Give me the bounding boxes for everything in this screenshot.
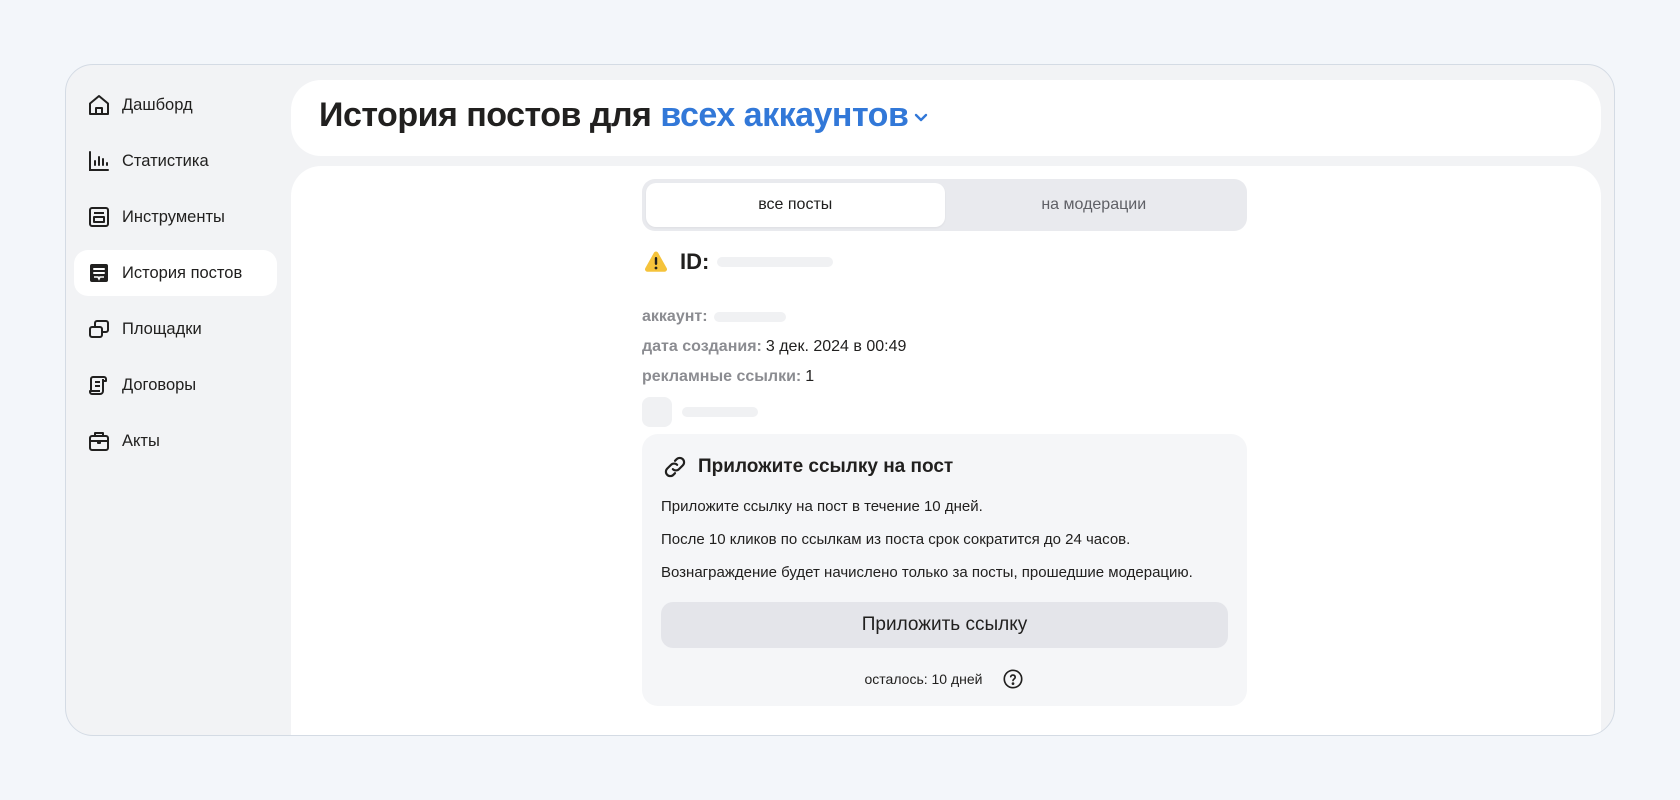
bar-chart-icon	[86, 148, 112, 174]
sidebar-item-label: Договоры	[122, 375, 197, 394]
page-header: История постов для всех аккаунтов	[291, 80, 1601, 156]
sidebar-item-tools[interactable]: Инструменты	[74, 194, 277, 240]
sidebar-item-contracts[interactable]: Договоры	[74, 362, 277, 408]
platforms-icon	[86, 316, 112, 342]
attach-link-card: Приложите ссылку на пост Приложите ссылк…	[642, 434, 1247, 706]
remaining-text: осталось: 10 дней	[864, 671, 983, 687]
sidebar-item-label: Площадки	[122, 319, 202, 338]
app-window: Дашборд Статистика Инструменты История п…	[65, 64, 1615, 736]
page-title-prefix: История постов для	[319, 96, 652, 134]
attach-info-line: Приложите ссылку на пост в течение 10 дн…	[661, 498, 983, 515]
ad-links-value: 1	[805, 368, 815, 385]
tab-on-moderation[interactable]: на модерации	[945, 183, 1244, 227]
sidebar-item-label: Статистика	[122, 151, 209, 170]
content-area: все посты на модерации ID: аккаунт: дата…	[291, 166, 1601, 735]
post-id-label: ID:	[680, 249, 710, 274]
sidebar-item-statistics[interactable]: Статистика	[74, 138, 277, 184]
warning-icon	[644, 251, 668, 272]
account-selector[interactable]: всех аккаунтов	[660, 96, 931, 135]
attach-info-line: После 10 кликов по ссылкам из поста срок…	[661, 531, 1131, 548]
post-id-placeholder	[717, 257, 834, 267]
sidebar-item-label: История постов	[122, 263, 243, 282]
sidebar-item-acts[interactable]: Акты	[74, 418, 277, 464]
attach-link-title: Приложите ссылку на пост	[662, 454, 953, 480]
sidebar-item-post-history[interactable]: История постов	[74, 250, 277, 296]
tab-all-posts[interactable]: все посты	[646, 183, 945, 227]
created-label: дата создания:	[642, 338, 762, 355]
platform-row	[642, 397, 758, 427]
account-placeholder	[713, 312, 786, 322]
page-title: История постов для всех аккаунтов	[319, 96, 931, 135]
attach-info-line: Вознаграждение будет начислено только за…	[661, 564, 1193, 581]
help-icon[interactable]	[1002, 668, 1024, 690]
chevron-down-icon	[915, 113, 928, 121]
home-icon	[86, 92, 112, 118]
contract-icon	[86, 372, 112, 398]
sidebar-item-label: Инструменты	[122, 207, 225, 226]
sidebar-item-label: Дашборд	[122, 95, 193, 114]
briefcase-icon	[86, 428, 112, 454]
link-icon	[664, 456, 686, 478]
platform-name-placeholder	[682, 407, 758, 417]
remaining-days: осталось: 10 дней	[642, 668, 1247, 690]
sidebar-item-label: Акты	[122, 431, 160, 450]
sidebar-item-platforms[interactable]: Площадки	[74, 306, 277, 352]
account-label: аккаунт:	[642, 308, 708, 325]
ad-links-label: рекламные ссылки:	[642, 368, 802, 385]
post-created: дата создания: 3 дек. 2024 в 00:49	[642, 338, 906, 356]
post-ad-links: рекламные ссылки: 1	[642, 368, 814, 386]
post-id: ID:	[642, 248, 834, 276]
account-selector-label: всех аккаунтов	[660, 96, 909, 134]
post-account: аккаунт:	[642, 308, 786, 326]
attach-link-button[interactable]: Приложить ссылку	[661, 602, 1228, 648]
tools-icon	[86, 204, 112, 230]
sidebar: Дашборд Статистика Инструменты История п…	[66, 65, 291, 735]
sidebar-item-dashboard[interactable]: Дашборд	[74, 82, 277, 128]
post-history-icon	[86, 260, 112, 286]
platform-avatar-placeholder	[642, 397, 672, 427]
created-value: 3 дек. 2024 в 00:49	[765, 338, 907, 355]
tabs: все посты на модерации	[642, 179, 1247, 231]
